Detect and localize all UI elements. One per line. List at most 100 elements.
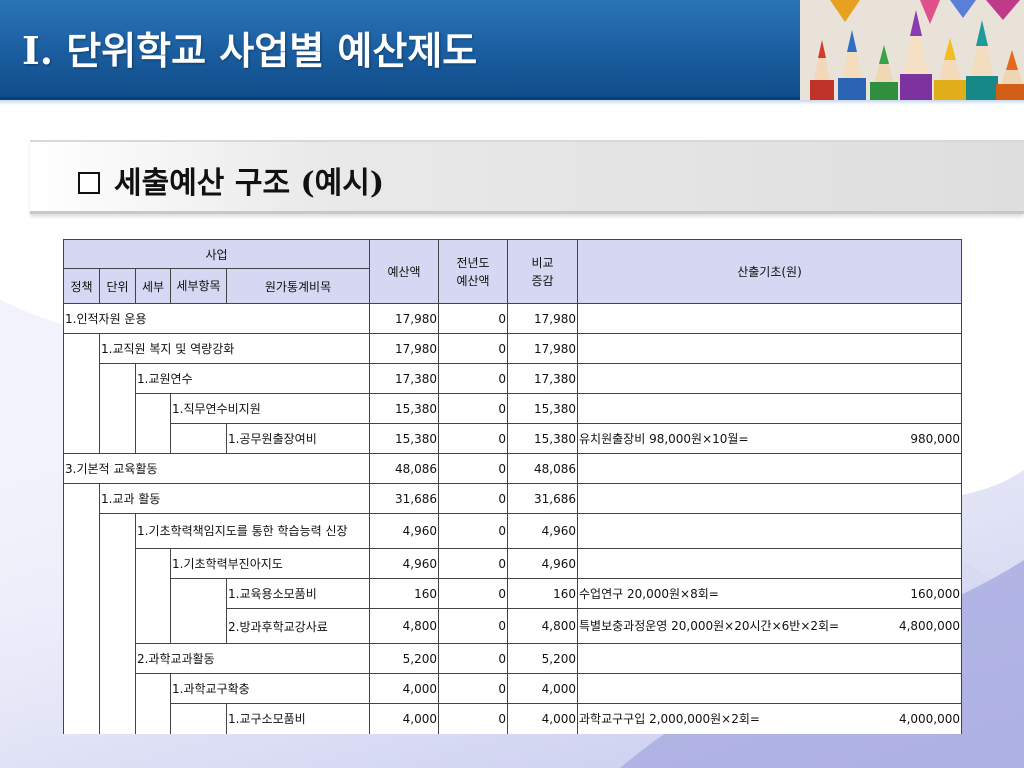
row-budget: 48,086 (369, 453, 440, 484)
row-label: 1.기초학력부진아지도 (169, 548, 371, 579)
row-budget: 17,980 (369, 303, 440, 334)
table-row: 1.교구소모품비 4,000 0 4,000 과학교구구입 2,000,000원… (64, 703, 963, 734)
row-budget: 4,800 (369, 608, 440, 644)
row-prev: 0 (438, 548, 509, 579)
row-diff: 4,800 (507, 608, 579, 644)
row-budget: 4,000 (369, 703, 440, 734)
indent-cell (63, 483, 100, 734)
indent-cell (99, 513, 136, 734)
row-label: 1.인적자원 운용 (62, 303, 371, 334)
slide-title: Ⅰ. 단위학교 사업별 예산제도 (22, 28, 478, 73)
basis-calc: 과학교구구입 2,000,000원×2회= (579, 711, 760, 726)
row-diff: 17,980 (507, 303, 579, 334)
row-basis (577, 513, 963, 549)
table-header-row: 사업 예산액 전년도 예산액 비교 증감 산출기초(원) (62, 239, 963, 304)
row-budget: 17,380 (369, 363, 440, 394)
row-diff: 4,960 (507, 513, 579, 549)
row-prev: 0 (438, 393, 509, 424)
row-prev: 0 (438, 303, 509, 334)
basis-amount: 4,000,000 (898, 711, 961, 726)
table-row: 2.과학교과활동 5,200 0 5,200 (64, 643, 963, 674)
header-detail: 세부 (135, 268, 171, 304)
row-prev: 0 (438, 423, 509, 454)
row-basis (577, 303, 963, 334)
subtitle-text: 세출예산 구조 (예시) (114, 166, 385, 201)
checkbox-square-icon (78, 172, 100, 194)
header-sub-item: 세부항목 (170, 268, 227, 304)
row-basis (577, 643, 963, 674)
table-row: 1.교과 활동 31,686 0 31,686 (63, 483, 963, 734)
basis-amount: 4,800,000 (898, 619, 961, 633)
header-unit: 단위 (99, 268, 136, 304)
row-budget: 4,960 (369, 513, 440, 549)
row-basis (577, 483, 963, 514)
row-budget: 5,200 (369, 643, 440, 674)
row-diff: 15,380 (507, 393, 579, 424)
header-policy: 정책 (63, 268, 100, 304)
indent-cell (135, 548, 171, 644)
row-basis (577, 548, 963, 579)
indent-cell (135, 393, 171, 454)
table-row: 1.과학교구확충 4,000 0 4,000 (64, 673, 963, 734)
indent-cell (170, 423, 227, 454)
basis-calc: 수업연구 20,000원×8회= (579, 586, 719, 601)
indent-cell (63, 333, 100, 454)
row-label: 1.교구소모품비 (225, 703, 371, 734)
row-prev: 0 (438, 673, 509, 704)
row-diff: 17,380 (507, 363, 579, 394)
basis-amount: 980,000 (910, 431, 961, 446)
header-cost-account: 원가통계비목 (225, 268, 371, 304)
row-basis (577, 453, 963, 484)
basis-calc: 특별보충과정운영 20,000원×20시간×6반×2회= (579, 619, 840, 633)
basis-calc: 유치원출장비 98,000원×10월= (579, 431, 749, 446)
row-prev: 0 (438, 453, 509, 484)
row-basis: 특별보충과정운영 20,000원×20시간×6반×2회= 4,800,000 (577, 608, 963, 644)
row-label: 1.직무연수비지원 (169, 393, 371, 424)
row-label: 1.교직원 복지 및 역량강화 (98, 333, 371, 364)
row-diff: 160 (507, 578, 579, 609)
header-business: 사업 (62, 239, 371, 269)
header-divider (0, 100, 1024, 105)
row-basis: 유치원출장비 98,000원×10월= 980,000 (577, 423, 963, 454)
row-prev: 0 (438, 363, 509, 394)
table-row: 1.직무연수비지원 15,380 0 15,380 (64, 393, 963, 454)
row-budget: 17,980 (369, 333, 440, 364)
row-prev: 0 (438, 703, 509, 734)
row-basis (577, 363, 963, 394)
row-budget: 15,380 (369, 423, 440, 454)
row-label: 1.교과 활동 (98, 483, 371, 514)
section-subtitle: 세출예산 구조 (예시) (78, 158, 384, 202)
indent-cell (135, 673, 171, 734)
table-row: 1.교육용소모품비 160 0 160 수업연구 20,000원×8회= 160,… (64, 578, 963, 644)
row-label: 3.기본적 교육활동 (62, 453, 371, 484)
header-prev-budget: 전년도 예산액 (438, 239, 509, 304)
row-label: 2.방과후학교강사료 (225, 608, 371, 644)
row-budget: 4,960 (369, 548, 440, 579)
indent-cell (170, 703, 227, 734)
row-basis (577, 393, 963, 424)
basis-amount: 160,000 (910, 586, 961, 601)
table-row: 1.교원연수 17,380 0 17,380 (64, 363, 963, 454)
row-prev: 0 (438, 643, 509, 674)
table-row: 1.기초학력부진아지도 4,960 0 4,960 (64, 548, 963, 644)
row-prev: 0 (438, 578, 509, 609)
row-diff: 15,380 (507, 423, 579, 454)
row-prev: 0 (438, 513, 509, 549)
header-diff: 비교 증감 (507, 239, 579, 304)
budget-structure-table: 사업 예산액 전년도 예산액 비교 증감 산출기초(원) 정책 단위 세부 세부… (62, 239, 963, 734)
row-prev: 0 (438, 333, 509, 364)
row-label: 1.기초학력책임지도를 통한 학습능력 신장 (134, 513, 371, 549)
row-basis (577, 333, 963, 364)
row-label: 2.과학교과활동 (134, 643, 371, 674)
row-prev: 0 (438, 608, 509, 644)
table-row: 1.기초학력책임지도를 통한 학습능력 신장 4,960 0 4,960 (64, 513, 963, 734)
row-budget: 160 (369, 578, 440, 609)
colored-pencils-image (800, 0, 1024, 100)
slide-header: Ⅰ. 단위학교 사업별 예산제도 (0, 0, 1024, 100)
row-budget: 31,686 (369, 483, 440, 514)
row-diff: 17,980 (507, 333, 579, 364)
row-label: 1.교원연수 (134, 363, 371, 394)
row-diff: 4,000 (507, 673, 579, 704)
row-diff: 5,200 (507, 643, 579, 674)
table-row: 1.인적자원 운용 17,980 0 17,980 (62, 303, 963, 334)
